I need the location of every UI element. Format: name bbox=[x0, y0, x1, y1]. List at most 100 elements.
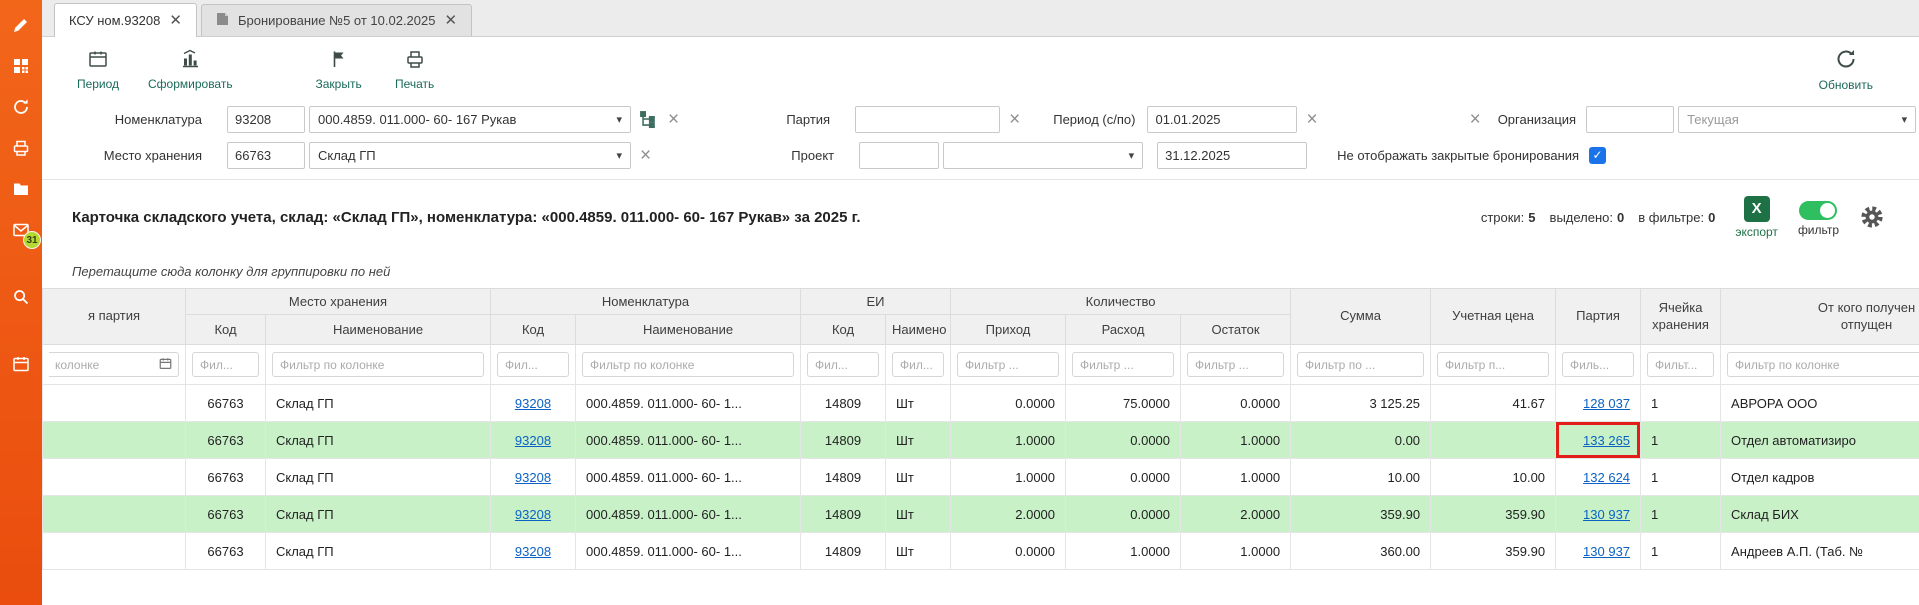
header-nom-name[interactable]: Наименование bbox=[576, 315, 801, 345]
column-filter-input[interactable] bbox=[892, 352, 944, 377]
tab-ksu[interactable]: КСУ ном.93208 ✕ bbox=[54, 3, 197, 37]
search-icon[interactable] bbox=[10, 286, 32, 308]
filter-unit-code[interactable] bbox=[801, 345, 886, 385]
excel-export-button[interactable]: X экспорт bbox=[1735, 196, 1778, 239]
nomenclature-code-link[interactable]: 93208 bbox=[515, 507, 551, 522]
group-header-storage[interactable]: Место хранения bbox=[186, 289, 491, 315]
header-storage-cell[interactable]: Ячейка хранения bbox=[1641, 289, 1721, 345]
column-filter-input[interactable] bbox=[1647, 352, 1714, 377]
hide-closed-checkbox[interactable]: ✓ bbox=[1589, 147, 1606, 164]
table-row[interactable]: 66763 Склад ГП 93208 000.4859. 011.000- … bbox=[43, 459, 1919, 496]
gear-icon[interactable] bbox=[1859, 204, 1885, 230]
filter-expense[interactable] bbox=[1066, 345, 1181, 385]
nomenclature-code-link[interactable]: 93208 bbox=[515, 433, 551, 448]
filter-unit-name[interactable] bbox=[886, 345, 951, 385]
column-filter-input[interactable] bbox=[1727, 352, 1919, 377]
column-filter-input[interactable] bbox=[1187, 352, 1284, 377]
header-unit-name[interactable]: Наимено bbox=[886, 315, 951, 345]
organization-select[interactable]: Текущая ▾ bbox=[1678, 106, 1916, 133]
filter-nom-code[interactable] bbox=[491, 345, 576, 385]
generate-button[interactable]: Сформировать bbox=[148, 48, 233, 91]
header-storage-name[interactable]: Наименование bbox=[266, 315, 491, 345]
column-filter-input[interactable] bbox=[497, 352, 569, 377]
header-internal-party[interactable]: я партия bbox=[43, 289, 186, 345]
header-from[interactable]: От кого полученотпущен bbox=[1721, 289, 1919, 345]
close-card-button[interactable]: Закрыть bbox=[313, 48, 365, 91]
header-unit-code[interactable]: Код bbox=[801, 315, 886, 345]
header-expense[interactable]: Расход bbox=[1066, 315, 1181, 345]
filter-income[interactable] bbox=[951, 345, 1066, 385]
header-sum[interactable]: Сумма bbox=[1291, 289, 1431, 345]
column-filter-input[interactable] bbox=[272, 352, 484, 377]
clear-icon[interactable]: × bbox=[663, 110, 684, 129]
tab-booking[interactable]: Бронирование №5 от 10.02.2025 ✕ bbox=[201, 4, 472, 36]
refresh-button[interactable]: Обновить bbox=[1819, 47, 1873, 92]
group-header-unit[interactable]: ЕИ bbox=[801, 289, 951, 315]
column-filter-input[interactable] bbox=[192, 352, 259, 377]
header-nom-code[interactable]: Код bbox=[491, 315, 576, 345]
filter-party[interactable] bbox=[1556, 345, 1641, 385]
storage-select[interactable]: Склад ГП ▾ bbox=[309, 142, 631, 169]
clear-icon[interactable]: × bbox=[1004, 110, 1025, 129]
filter-sum[interactable] bbox=[1291, 345, 1431, 385]
column-filter-input[interactable] bbox=[582, 352, 794, 377]
organization-input[interactable] bbox=[1586, 106, 1674, 133]
table-row[interactable]: 66763 Склад ГП 93208 000.4859. 011.000- … bbox=[43, 422, 1919, 459]
period-from-input[interactable] bbox=[1147, 106, 1297, 133]
filter-balance[interactable] bbox=[1181, 345, 1291, 385]
toggle-switch[interactable] bbox=[1799, 201, 1837, 220]
nomenclature-code-link[interactable]: 93208 bbox=[515, 396, 551, 411]
filter-storage-name[interactable] bbox=[266, 345, 491, 385]
header-balance[interactable]: Остаток bbox=[1181, 315, 1291, 345]
party-link[interactable]: 130 937 bbox=[1583, 544, 1630, 559]
mail-icon[interactable]: 31 bbox=[10, 219, 32, 241]
qr-code-icon[interactable] bbox=[10, 55, 32, 77]
column-filter-input[interactable] bbox=[1437, 352, 1549, 377]
clear-icon[interactable]: × bbox=[635, 146, 656, 165]
clear-icon[interactable]: × bbox=[1301, 110, 1322, 129]
group-by-hint[interactable]: Перетащите сюда колонку для группировки … bbox=[42, 254, 1919, 288]
clear-icon[interactable]: × bbox=[1465, 110, 1486, 129]
filter-toggle[interactable]: фильтр bbox=[1798, 197, 1839, 237]
print-button[interactable]: Печать bbox=[389, 48, 441, 91]
project-select[interactable]: ▾ bbox=[943, 142, 1143, 169]
pencil-icon[interactable] bbox=[10, 14, 32, 36]
period-to-input[interactable] bbox=[1157, 142, 1307, 169]
header-price[interactable]: Учетная цена bbox=[1431, 289, 1556, 345]
close-icon[interactable]: ✕ bbox=[444, 13, 457, 28]
calendar-icon[interactable] bbox=[158, 356, 173, 374]
folder-icon[interactable] bbox=[10, 178, 32, 200]
table-row[interactable]: 66763 Склад ГП 93208 000.4859. 011.000- … bbox=[43, 385, 1919, 422]
party-link[interactable]: 128 037 bbox=[1583, 396, 1630, 411]
nomenclature-code-link[interactable]: 93208 bbox=[515, 544, 551, 559]
period-button[interactable]: Период bbox=[72, 48, 124, 91]
printer-icon[interactable] bbox=[10, 137, 32, 159]
filter-price[interactable] bbox=[1431, 345, 1556, 385]
table-row[interactable]: 66763 Склад ГП 93208 000.4859. 011.000- … bbox=[43, 496, 1919, 533]
close-icon[interactable]: ✕ bbox=[169, 13, 182, 28]
column-filter-input[interactable] bbox=[1297, 352, 1424, 377]
header-income[interactable]: Приход bbox=[951, 315, 1066, 345]
group-header-quantity[interactable]: Количество bbox=[951, 289, 1291, 315]
project-input[interactable] bbox=[859, 142, 939, 169]
filter-storage-code[interactable] bbox=[186, 345, 266, 385]
filter-nom-name[interactable] bbox=[576, 345, 801, 385]
tree-icon[interactable] bbox=[637, 108, 659, 130]
sync-icon[interactable] bbox=[10, 96, 32, 118]
column-filter-input[interactable] bbox=[1562, 352, 1634, 377]
nomenclature-code-link[interactable]: 93208 bbox=[515, 470, 551, 485]
nomenclature-code-input[interactable] bbox=[227, 106, 305, 133]
header-storage-code[interactable]: Код bbox=[186, 315, 266, 345]
column-filter-input[interactable] bbox=[51, 354, 158, 375]
header-party[interactable]: Партия bbox=[1556, 289, 1641, 345]
column-filter-input[interactable] bbox=[957, 352, 1059, 377]
filter-cell[interactable] bbox=[1641, 345, 1721, 385]
party-link[interactable]: 130 937 bbox=[1583, 507, 1630, 522]
party-link[interactable]: 132 624 bbox=[1583, 470, 1630, 485]
party-link[interactable]: 133 265 bbox=[1583, 433, 1630, 448]
column-filter-input[interactable] bbox=[1072, 352, 1174, 377]
storage-code-input[interactable] bbox=[227, 142, 305, 169]
nomenclature-select[interactable]: 000.4859. 011.000- 60- 167 Рукав ▾ bbox=[309, 106, 631, 133]
column-filter-input[interactable] bbox=[807, 352, 879, 377]
filter-from[interactable] bbox=[1721, 345, 1919, 385]
